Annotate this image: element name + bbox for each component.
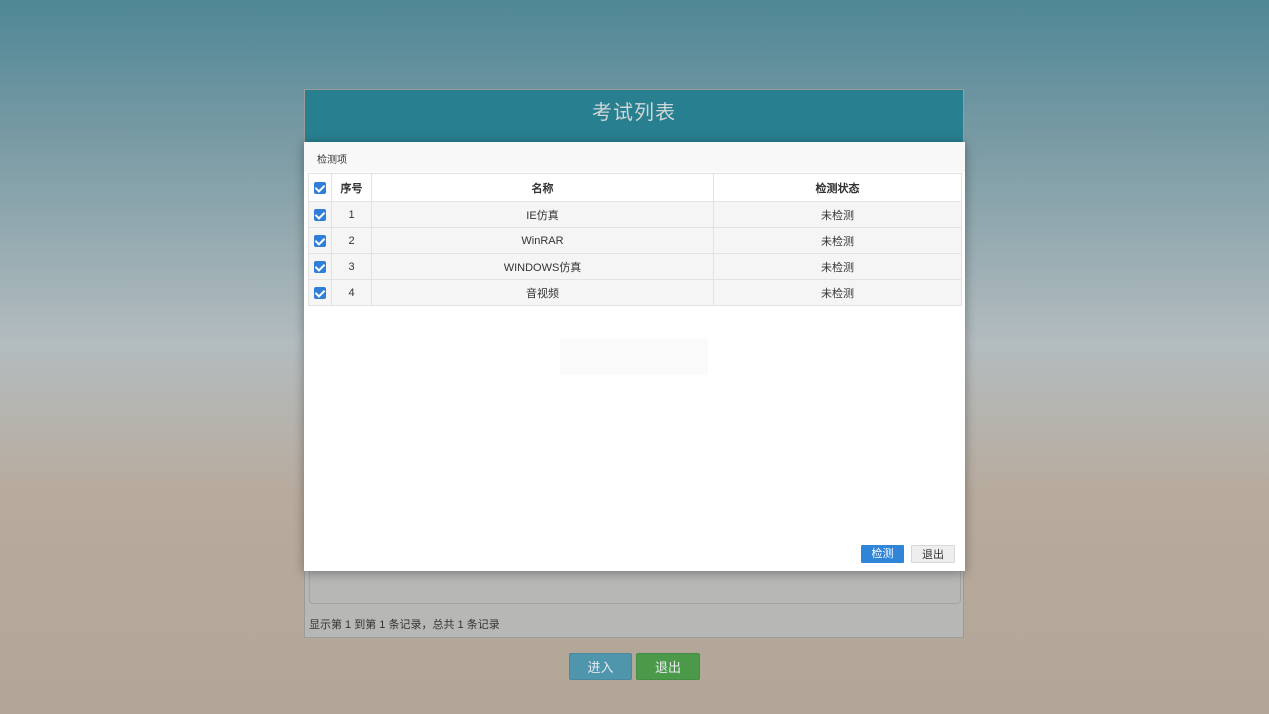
select-all-checkbox[interactable]	[314, 181, 326, 194]
exit-button[interactable]: 退出	[636, 653, 700, 680]
row-name: IE仿真	[371, 201, 714, 228]
row-index: 4	[331, 279, 372, 306]
row-name: 音视频	[371, 279, 714, 306]
exam-list-table-area	[309, 568, 961, 604]
row-status: 未检测	[713, 253, 962, 280]
quit-button[interactable]: 退出	[911, 545, 955, 563]
modal-title: 检测项	[317, 155, 347, 166]
column-header-name: 名称	[371, 173, 714, 202]
row-index: 2	[331, 227, 372, 254]
table-row[interactable]: 2 WinRAR 未检测	[308, 227, 962, 254]
row-index: 3	[331, 253, 372, 280]
pagination-info: 显示第 1 到第 1 条记录，总共 1 条记录	[309, 619, 500, 631]
page-title: 考试列表	[305, 90, 963, 142]
column-header-status: 检测状态	[713, 173, 962, 202]
row-checkbox-cell[interactable]	[308, 227, 332, 254]
row-name: WINDOWS仿真	[371, 253, 714, 280]
row-checkbox[interactable]	[314, 234, 326, 247]
detection-modal: 检测项 序号 名称 检测状态 1 IE仿真 未检测 2 WinRAR 未检测 3…	[304, 142, 965, 571]
table-header-row: 序号 名称 检测状态	[308, 173, 962, 202]
row-checkbox-cell[interactable]	[308, 279, 332, 306]
enter-button[interactable]: 进入	[569, 653, 632, 680]
table-row[interactable]: 3 WINDOWS仿真 未检测	[308, 253, 962, 280]
select-all-cell[interactable]	[308, 173, 332, 202]
row-checkbox[interactable]	[314, 286, 326, 299]
row-checkbox-cell[interactable]	[308, 253, 332, 280]
page-action-buttons: 进入 退出	[569, 653, 700, 680]
row-checkbox[interactable]	[314, 260, 326, 273]
row-checkbox[interactable]	[314, 208, 326, 221]
detection-items-table: 序号 名称 检测状态 1 IE仿真 未检测 2 WinRAR 未检测 3 WIN…	[308, 173, 962, 306]
modal-titlebar	[304, 142, 965, 172]
row-checkbox-cell[interactable]	[308, 201, 332, 228]
row-status: 未检测	[713, 227, 962, 254]
table-row[interactable]: 4 音视频 未检测	[308, 279, 962, 306]
detect-button[interactable]: 检测	[861, 545, 904, 563]
row-status: 未检测	[713, 201, 962, 228]
row-name: WinRAR	[371, 227, 714, 254]
faded-overlay	[560, 339, 708, 375]
row-status: 未检测	[713, 279, 962, 306]
table-row[interactable]: 1 IE仿真 未检测	[308, 201, 962, 228]
column-header-index: 序号	[331, 173, 372, 202]
row-index: 1	[331, 201, 372, 228]
